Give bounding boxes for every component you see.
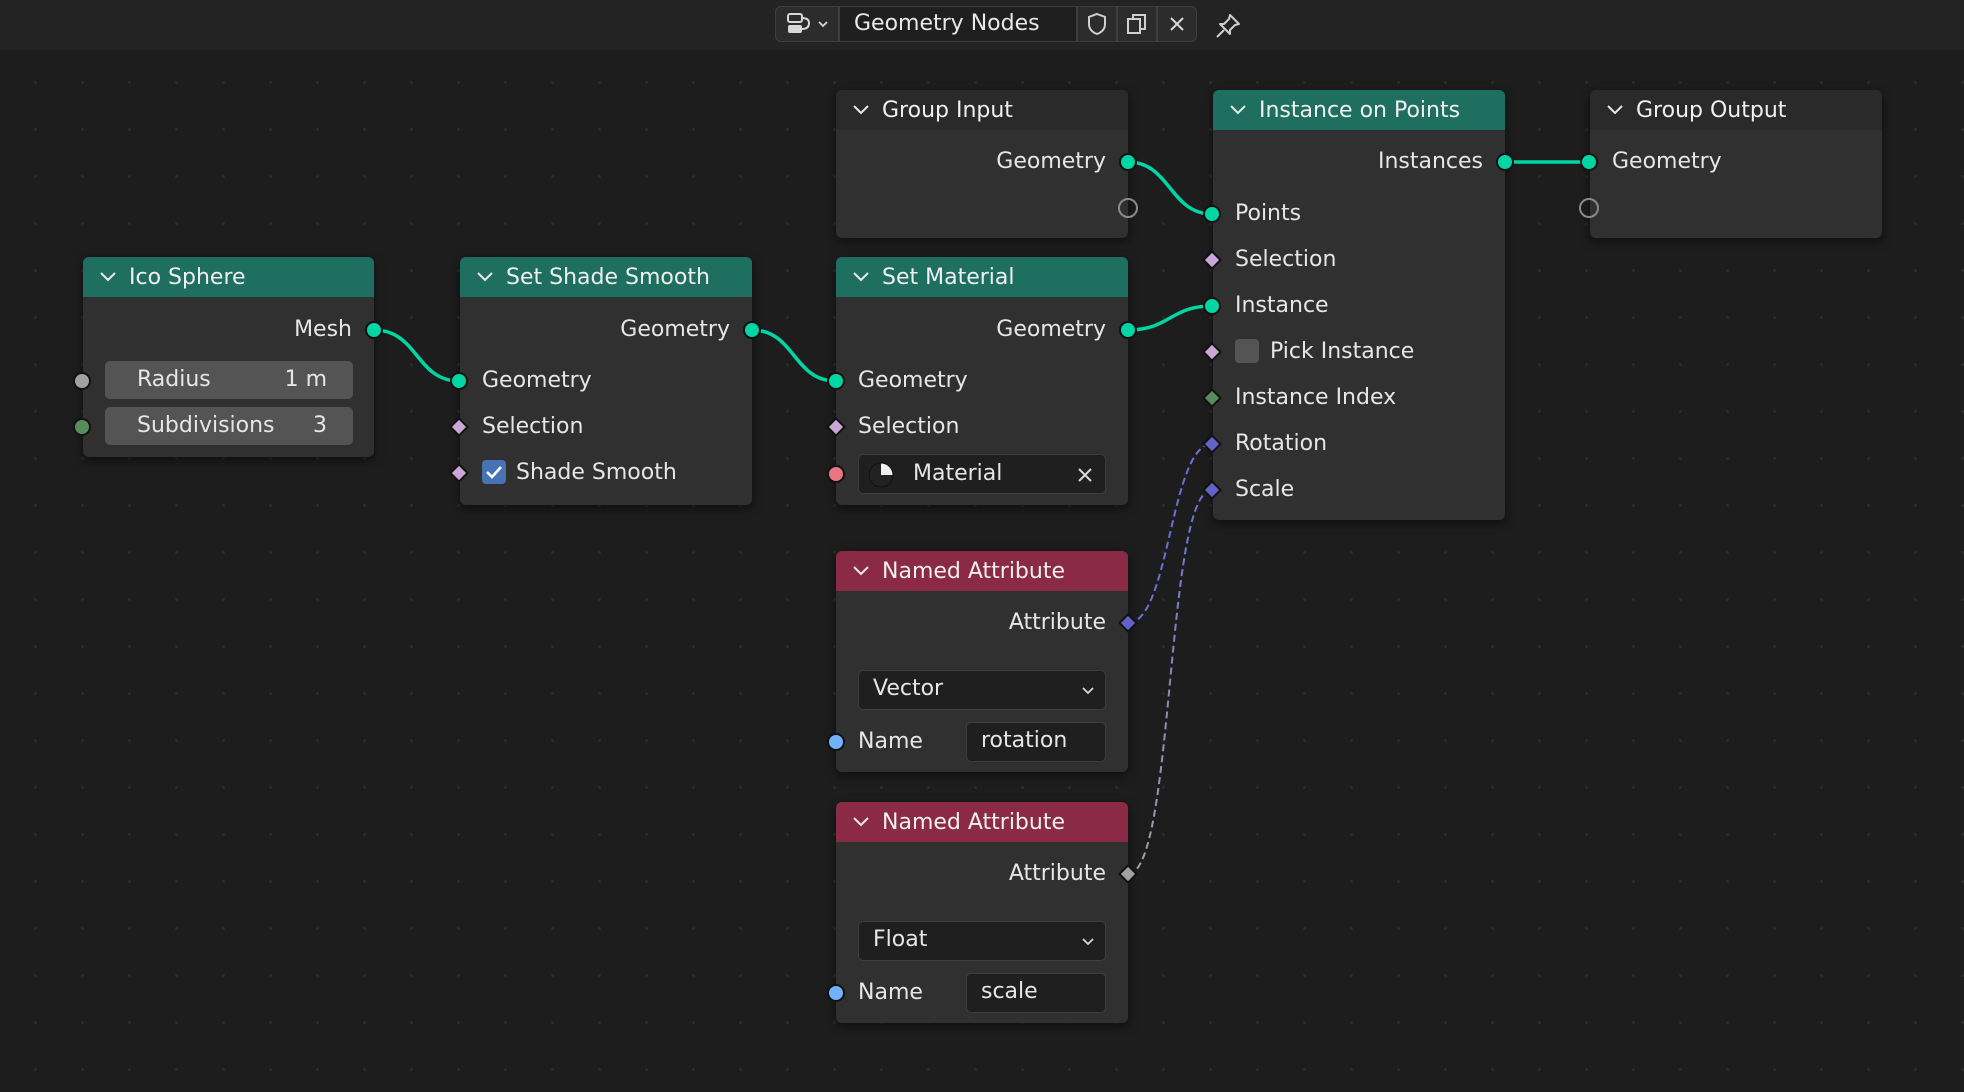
socket-radius-input[interactable] <box>73 372 91 390</box>
socket-geometry-input[interactable] <box>450 372 468 390</box>
socket-instances-output[interactable] <box>1496 153 1514 171</box>
socket-mesh-output[interactable] <box>365 321 383 339</box>
socket-empty-input[interactable] <box>1579 198 1599 218</box>
socket-pick-instance-input[interactable] <box>1202 342 1222 362</box>
socket-geometry-output[interactable] <box>1119 321 1137 339</box>
socket-attribute-output[interactable] <box>1118 613 1138 633</box>
socket-group-geometry-input[interactable] <box>1580 153 1598 171</box>
socket-selection-input[interactable] <box>449 417 469 437</box>
socket-attribute-output[interactable] <box>1118 864 1138 884</box>
socket-instance-index-input[interactable] <box>1202 388 1222 408</box>
socket-selection-input[interactable] <box>1202 250 1222 270</box>
socket-name-input[interactable] <box>827 984 845 1002</box>
socket-name-input[interactable] <box>827 733 845 751</box>
socket-instance-input[interactable] <box>1203 297 1221 315</box>
node-sockets <box>73 153 1599 1002</box>
socket-rotation-input[interactable] <box>1202 434 1222 454</box>
socket-subdivisions-input[interactable] <box>73 418 91 436</box>
socket-selection-input[interactable] <box>826 417 846 437</box>
socket-geometry-input[interactable] <box>827 372 845 390</box>
socket-shade-smooth-input[interactable] <box>449 463 469 483</box>
socket-geometry-output[interactable] <box>743 321 761 339</box>
socket-points-input[interactable] <box>1203 205 1221 223</box>
socket-material-input[interactable] <box>827 465 845 483</box>
socket-empty-output[interactable] <box>1118 198 1138 218</box>
socket-group-geometry-output[interactable] <box>1119 153 1137 171</box>
socket-scale-input[interactable] <box>1202 480 1222 500</box>
